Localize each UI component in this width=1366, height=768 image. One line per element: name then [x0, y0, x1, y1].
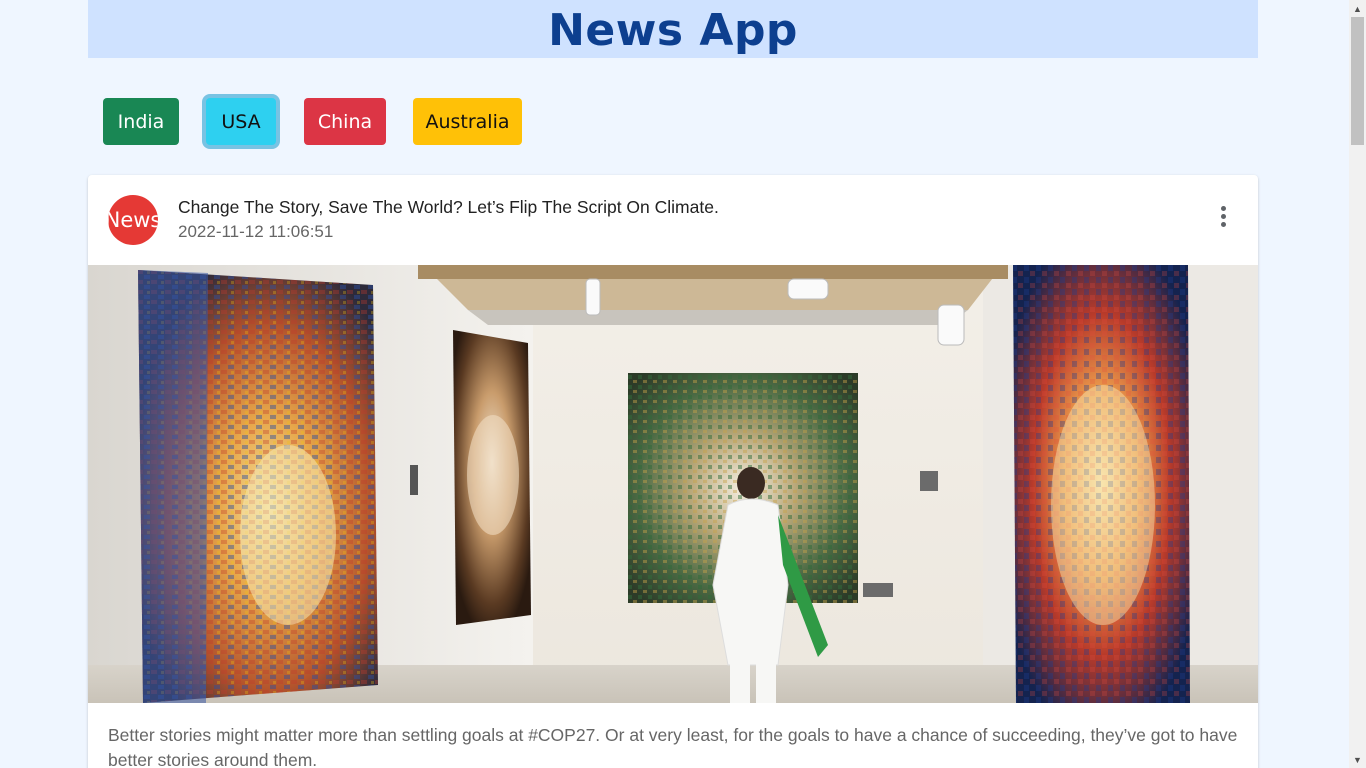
article-image	[88, 265, 1258, 703]
scroll-up-icon[interactable]: ▲	[1349, 0, 1366, 17]
country-button-australia[interactable]: Australia	[413, 98, 522, 145]
scroll-down-icon[interactable]: ▼	[1349, 751, 1366, 768]
page-scrollbar[interactable]: ▲ ▼	[1349, 0, 1366, 768]
app-header: News App	[88, 0, 1258, 58]
article-description: Better stories might matter more than se…	[108, 725, 1238, 768]
country-button-india[interactable]: India	[103, 98, 179, 145]
scroll-thumb[interactable]	[1351, 17, 1364, 145]
news-card: News Change The Story, Save The World? L…	[88, 175, 1258, 768]
country-button-china[interactable]: China	[304, 98, 386, 145]
more-vert-icon[interactable]	[1208, 201, 1238, 231]
article-date: 2022-11-12 11:06:51	[178, 222, 334, 241]
avatar: News	[108, 195, 158, 245]
avatar-text: News	[108, 208, 158, 232]
country-button-usa[interactable]: USA	[206, 98, 276, 145]
article-title: Change The Story, Save The World? Let’s …	[178, 197, 719, 217]
app-title: News App	[548, 4, 798, 56]
